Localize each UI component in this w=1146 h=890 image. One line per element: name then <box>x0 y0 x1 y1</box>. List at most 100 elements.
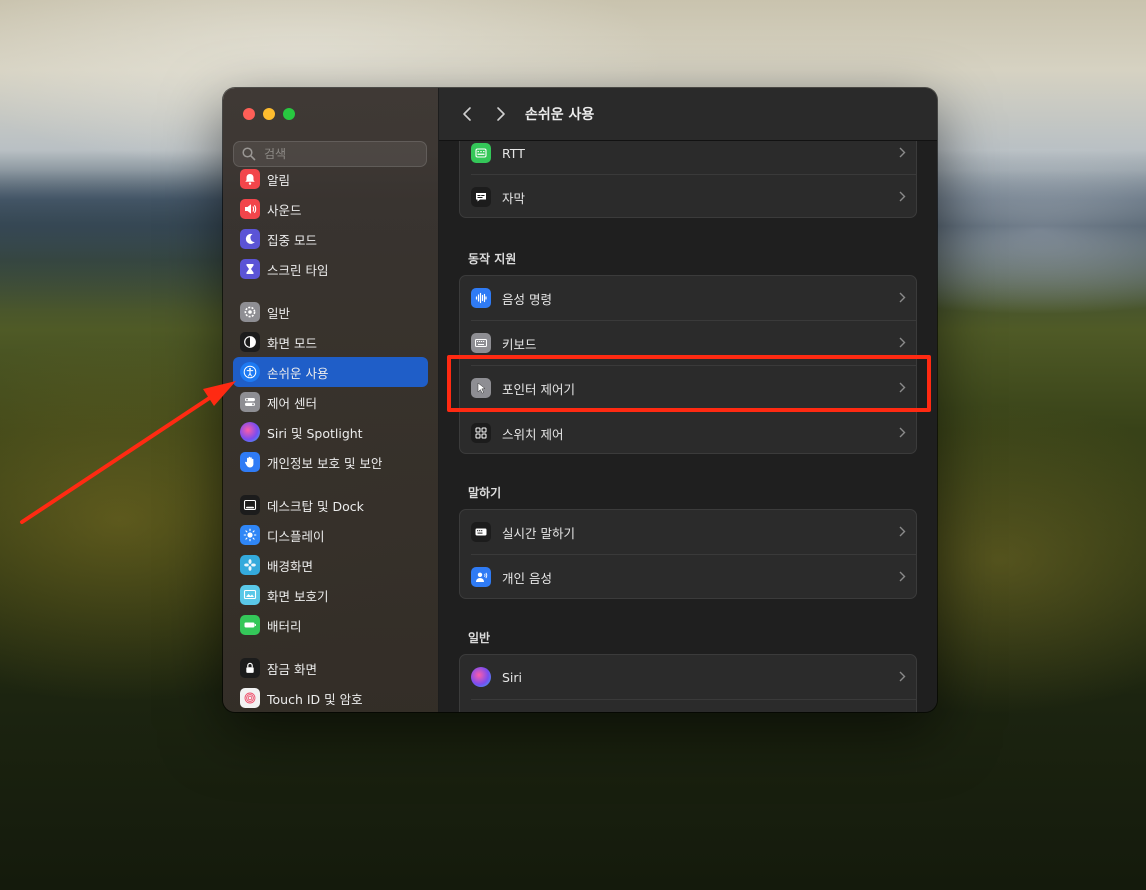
window-controls <box>243 108 295 120</box>
sidebar-item-screen-time[interactable]: 스크린 타임 <box>233 254 428 284</box>
control-center-icon <box>240 392 260 412</box>
row-label: 자막 <box>502 190 526 206</box>
sidebar-item-lock-screen[interactable]: 잠금 화면 <box>233 653 428 683</box>
row-label: 스위치 제어 <box>502 426 564 442</box>
highlight-box <box>447 355 931 412</box>
sidebar-item-label: 일반 <box>267 305 291 321</box>
fingerprint-icon <box>240 688 260 708</box>
chevron-right-icon <box>899 427 906 438</box>
sidebar-item-siri-spotlight[interactable]: Siri 및 Spotlight <box>233 417 428 447</box>
sidebar-item-focus[interactable]: 집중 모드 <box>233 224 428 254</box>
dock-icon <box>240 495 260 515</box>
sidebar-item-sound[interactable]: 사운드 <box>233 194 428 224</box>
sidebar-item-desktop-dock[interactable]: 데스크탑 및 Dock <box>233 490 428 520</box>
sidebar-item-general[interactable]: 일반 <box>233 297 428 327</box>
sidebar-item-label: 사운드 <box>267 202 302 218</box>
chevron-right-icon <box>899 671 906 682</box>
moon-icon <box>240 229 260 249</box>
section-heading-motor: 동작 지원 <box>468 252 517 266</box>
settings-group-general: Siri <box>459 654 917 712</box>
row-captions[interactable]: 자막 <box>460 175 916 219</box>
flower-icon <box>240 555 260 575</box>
sidebar-item-notifications[interactable]: 알림 <box>233 164 428 194</box>
rtt-icon <box>471 143 491 163</box>
row-label: 실시간 말하기 <box>502 525 575 541</box>
chevron-right-icon <box>899 147 906 158</box>
siri-icon <box>471 667 491 687</box>
sidebar-item-label: 스크린 타임 <box>267 262 329 278</box>
forward-button[interactable] <box>491 104 511 124</box>
chevron-right-icon <box>899 571 906 582</box>
sidebar-item-label: 개인정보 보호 및 보안 <box>267 455 383 471</box>
sidebar-item-battery[interactable]: 배터리 <box>233 610 428 640</box>
sidebar-item-control-center[interactable]: 제어 센터 <box>233 387 428 417</box>
sidebar-item-accessibility[interactable]: 손쉬운 사용 <box>233 357 428 387</box>
row-personal-voice[interactable]: 개인 음성 <box>460 555 916 599</box>
section-heading-general: 일반 <box>468 631 491 645</box>
chevron-right-icon <box>899 526 906 537</box>
hourglass-icon <box>240 259 260 279</box>
sidebar-item-touch-id[interactable]: Touch ID 및 암호 <box>233 683 428 712</box>
chevron-right-icon <box>899 337 906 348</box>
waveform-icon <box>471 288 491 308</box>
battery-icon <box>240 615 260 635</box>
chevron-left-icon <box>463 107 471 121</box>
close-button[interactable] <box>243 108 255 120</box>
sidebar-item-label: 잠금 화면 <box>267 661 317 677</box>
back-button[interactable] <box>457 104 477 124</box>
row-label: 음성 명령 <box>502 291 552 307</box>
zoom-button[interactable] <box>283 108 295 120</box>
sidebar-item-displays[interactable]: 디스플레이 <box>233 520 428 550</box>
row-siri[interactable]: Siri <box>460 655 916 699</box>
minimize-button[interactable] <box>263 108 275 120</box>
captions-icon <box>471 187 491 207</box>
lock-icon <box>240 658 260 678</box>
sidebar-item-label: 배경화면 <box>267 558 314 574</box>
sidebar-item-label: 제어 센터 <box>267 395 317 411</box>
live-speech-icon <box>471 522 491 542</box>
row-label: 키보드 <box>502 336 537 352</box>
personal-voice-icon <box>471 567 491 587</box>
sidebar-item-label: 디스플레이 <box>267 528 325 544</box>
chevron-right-icon <box>899 191 906 202</box>
sidebar-item-label: 알림 <box>267 172 291 188</box>
accessibility-icon <box>240 362 260 382</box>
bell-icon <box>240 169 260 189</box>
sidebar-item-label: 데스크탑 및 Dock <box>267 498 364 514</box>
settings-group-speech: 실시간 말하기 개인 음성 <box>459 509 917 599</box>
sidebar-item-label: Siri 및 Spotlight <box>267 425 363 441</box>
row-divider <box>471 699 916 700</box>
sidebar: 알림 사운드 집중 모드 스크린 타임 일반 화면 모드 <box>223 88 439 712</box>
row-live-speech[interactable]: 실시간 말하기 <box>460 510 916 554</box>
section-heading-speech: 말하기 <box>468 486 502 500</box>
sidebar-item-label: 배터리 <box>267 618 302 634</box>
sidebar-item-label: 화면 보호기 <box>267 588 329 604</box>
row-voice-control[interactable]: 음성 명령 <box>460 276 916 320</box>
sidebar-item-label: 집중 모드 <box>267 232 317 248</box>
search-icon <box>242 147 256 161</box>
sidebar-item-label: 화면 모드 <box>267 335 317 351</box>
chevron-right-icon <box>497 107 505 121</box>
sidebar-item-screen-saver[interactable]: 화면 보호기 <box>233 580 428 610</box>
row-label: RTT <box>502 145 525 161</box>
hand-icon <box>240 452 260 472</box>
row-label: 개인 음성 <box>502 570 552 586</box>
speaker-icon <box>240 199 260 219</box>
screensaver-icon <box>240 585 260 605</box>
switch-control-icon <box>471 423 491 443</box>
search-input[interactable] <box>262 146 416 162</box>
sidebar-item-appearance[interactable]: 화면 모드 <box>233 327 428 357</box>
row-label: Siri <box>502 669 523 685</box>
toolbar: 손쉬운 사용 <box>439 88 937 141</box>
sun-icon <box>240 525 260 545</box>
appearance-icon <box>240 332 260 352</box>
gear-icon <box>240 302 260 322</box>
sidebar-item-privacy-security[interactable]: 개인정보 보호 및 보안 <box>233 447 428 477</box>
sidebar-item-wallpaper[interactable]: 배경화면 <box>233 550 428 580</box>
keyboard-icon <box>471 333 491 353</box>
chevron-right-icon <box>899 292 906 303</box>
row-switch-control[interactable]: 스위치 제어 <box>460 411 916 455</box>
sidebar-item-label: Touch ID 및 암호 <box>267 691 363 707</box>
settings-group-captions: RTT 자막 <box>459 128 917 218</box>
sidebar-item-label: 손쉬운 사용 <box>267 365 329 381</box>
